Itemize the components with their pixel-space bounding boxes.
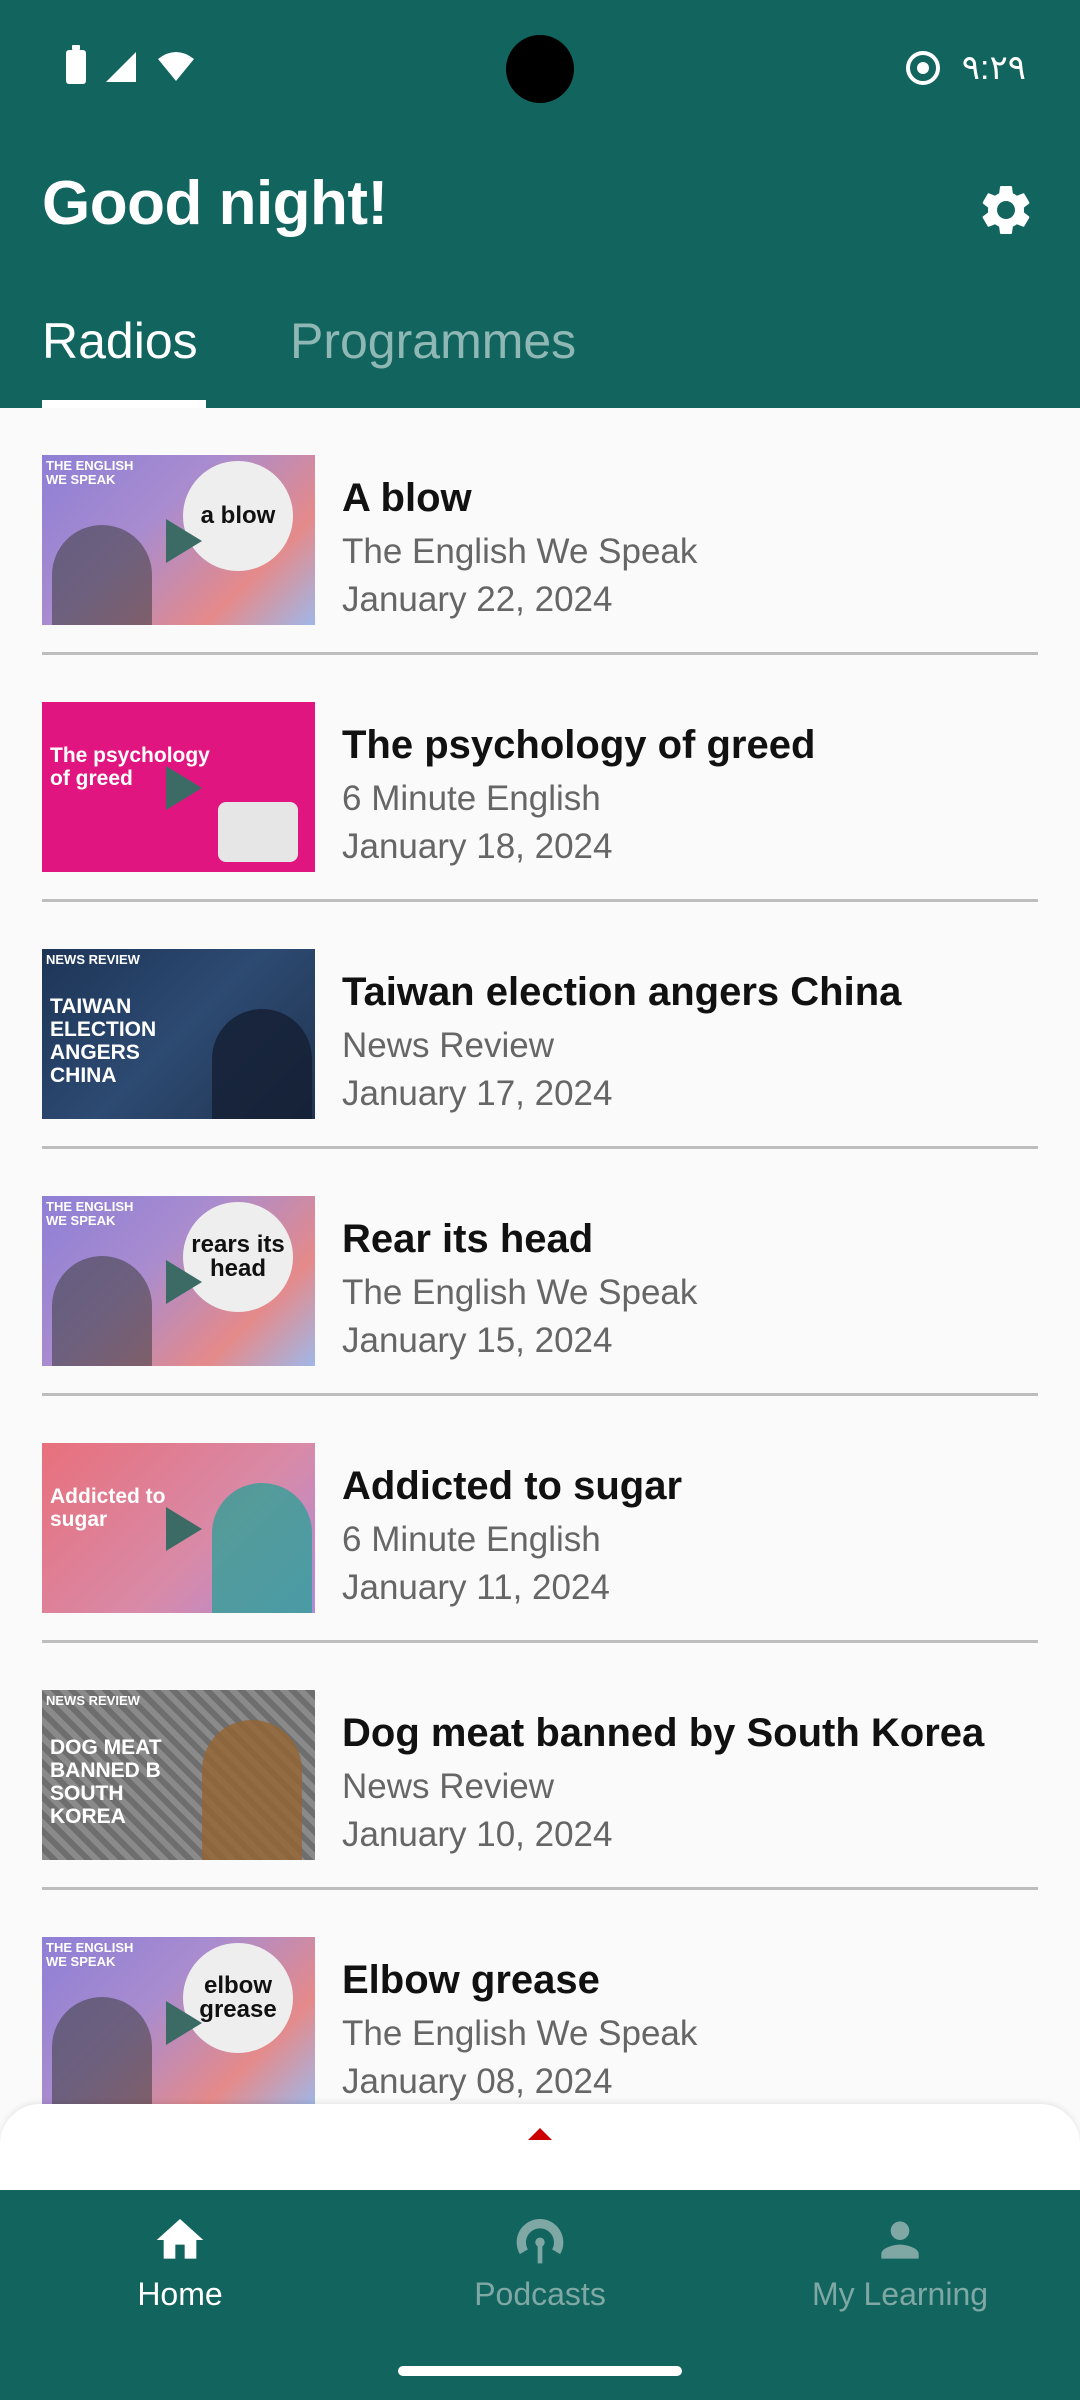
episode-title: Taiwan election angers China: [342, 970, 902, 1014]
tab-radios[interactable]: Radios: [42, 312, 198, 370]
person-image: [52, 525, 152, 625]
wifi-icon: [158, 52, 194, 81]
thumbnail-kicker: NEWS REVIEW: [46, 952, 140, 967]
greeting-title: Good night!: [42, 169, 388, 238]
episode-series: 6 Minute English: [342, 779, 601, 818]
episode-series: News Review: [342, 1767, 554, 1806]
play-icon: [166, 1507, 202, 1551]
thumbnail-kicker: NEWS REVIEW: [46, 1693, 140, 1708]
status-bar: ٩:٢٩: [0, 0, 1080, 130]
notification-icon: [905, 51, 940, 85]
tab-indicator: [42, 400, 206, 408]
episode-row[interactable]: THE ENGLISH WE SPEAK a blow A blow The E…: [42, 408, 1038, 655]
nav-podcasts-label: Podcasts: [474, 2276, 606, 2312]
episode-thumbnail: The psychology of greed: [42, 702, 315, 872]
tab-programmes[interactable]: Programmes: [290, 312, 576, 370]
thumbnail-kicker: THE ENGLISH WE SPEAK: [46, 458, 134, 487]
episode-series: 6 Minute English: [342, 1520, 601, 1559]
podcast-icon: [516, 2219, 564, 2264]
person-image: [212, 1009, 312, 1119]
episode-row[interactable]: THE ENGLISH WE SPEAK elbow grease Elbow …: [42, 1890, 1038, 2108]
episode-title: Elbow grease: [342, 1958, 600, 2002]
play-icon: [166, 766, 202, 810]
episode-date: January 22, 2024: [342, 580, 613, 619]
expand-arrow-icon[interactable]: [528, 2128, 552, 2140]
episode-title: The psychology of greed: [342, 723, 816, 767]
status-icons-right: ٩:٢٩: [905, 48, 1026, 88]
person-image: [52, 1997, 152, 2107]
play-icon: [166, 519, 202, 563]
episode-list[interactable]: THE ENGLISH WE SPEAK a blow A blow The E…: [0, 408, 1080, 2108]
nav-podcasts[interactable]: Podcasts: [390, 2212, 690, 2313]
app-header: ٩:٢٩ Good night! Radios Programmes: [0, 0, 1080, 408]
nav-home-label: Home: [137, 2276, 223, 2312]
episode-title: A blow: [342, 476, 472, 520]
status-time: ٩:٢٩: [961, 49, 1026, 87]
episode-date: January 10, 2024: [342, 1815, 613, 1854]
home-icon: [156, 2219, 204, 2259]
nav-my-learning[interactable]: My Learning: [750, 2212, 1050, 2313]
episode-thumbnail: THE ENGLISH WE SPEAK a blow: [42, 455, 315, 625]
episode-date: January 15, 2024: [342, 1321, 613, 1360]
episode-title: Rear its head: [342, 1217, 594, 1261]
episode-series: The English We Speak: [342, 2014, 698, 2053]
episode-date: January 11, 2024: [342, 1568, 610, 1607]
episode-series: The English We Speak: [342, 1273, 698, 1312]
thumbnail-kicker: THE ENGLISH WE SPEAK: [46, 1199, 134, 1228]
mini-player-sheet[interactable]: [0, 2104, 1080, 2190]
money-image: [218, 802, 298, 862]
person-image: [52, 1256, 152, 1366]
episode-date: January 17, 2024: [342, 1074, 613, 1113]
person-image: [212, 1483, 312, 1613]
episode-series: The English We Speak: [342, 532, 698, 571]
thumbnail-text: DOG MEAT BANNED B SOUTH KOREA: [50, 1736, 162, 1828]
episode-row[interactable]: The psychology of greed The psychology o…: [42, 655, 1038, 902]
episode-thumbnail: THE ENGLISH WE SPEAK elbow grease: [42, 1937, 315, 2107]
person-icon: [881, 2221, 919, 2259]
episode-date: January 08, 2024: [342, 2062, 613, 2101]
episode-title: Dog meat banned by South Korea: [342, 1711, 985, 1755]
dog-image: [202, 1720, 302, 1860]
play-icon: [166, 1260, 202, 1304]
gesture-home-bar[interactable]: [398, 2366, 682, 2376]
nav-home[interactable]: Home: [30, 2212, 330, 2313]
signal-icon: [106, 52, 136, 82]
nav-my-learning-label: My Learning: [811, 2276, 989, 2312]
episode-row[interactable]: NEWS REVIEW TAIWAN ELECTION ANGERS CHINA…: [42, 902, 1038, 1149]
battery-icon: [66, 45, 86, 84]
episode-date: January 18, 2024: [342, 827, 613, 866]
episode-series: News Review: [342, 1026, 554, 1065]
episode-thumbnail: THE ENGLISH WE SPEAK rears its head: [42, 1196, 315, 1366]
thumbnail-kicker: THE ENGLISH WE SPEAK: [46, 1940, 134, 1969]
status-icons-left: [66, 45, 196, 84]
episode-row[interactable]: Addicted to sugar Addicted to sugar 6 Mi…: [42, 1396, 1038, 1643]
play-icon: [166, 2001, 202, 2045]
thumbnail-text: TAIWAN ELECTION ANGERS CHINA: [50, 995, 157, 1087]
episode-row[interactable]: NEWS REVIEW DOG MEAT BANNED B SOUTH KORE…: [42, 1643, 1038, 1890]
episode-row[interactable]: THE ENGLISH WE SPEAK rears its head Rear…: [42, 1149, 1038, 1396]
episode-title: Addicted to sugar: [342, 1464, 683, 1508]
camera-cutout: [506, 35, 574, 103]
episode-thumbnail: Addicted to sugar: [42, 1443, 315, 1613]
settings-gear-icon[interactable]: [976, 180, 1036, 240]
episode-thumbnail: NEWS REVIEW DOG MEAT BANNED B SOUTH KORE…: [42, 1690, 315, 1860]
episode-thumbnail: NEWS REVIEW TAIWAN ELECTION ANGERS CHINA: [42, 949, 315, 1119]
